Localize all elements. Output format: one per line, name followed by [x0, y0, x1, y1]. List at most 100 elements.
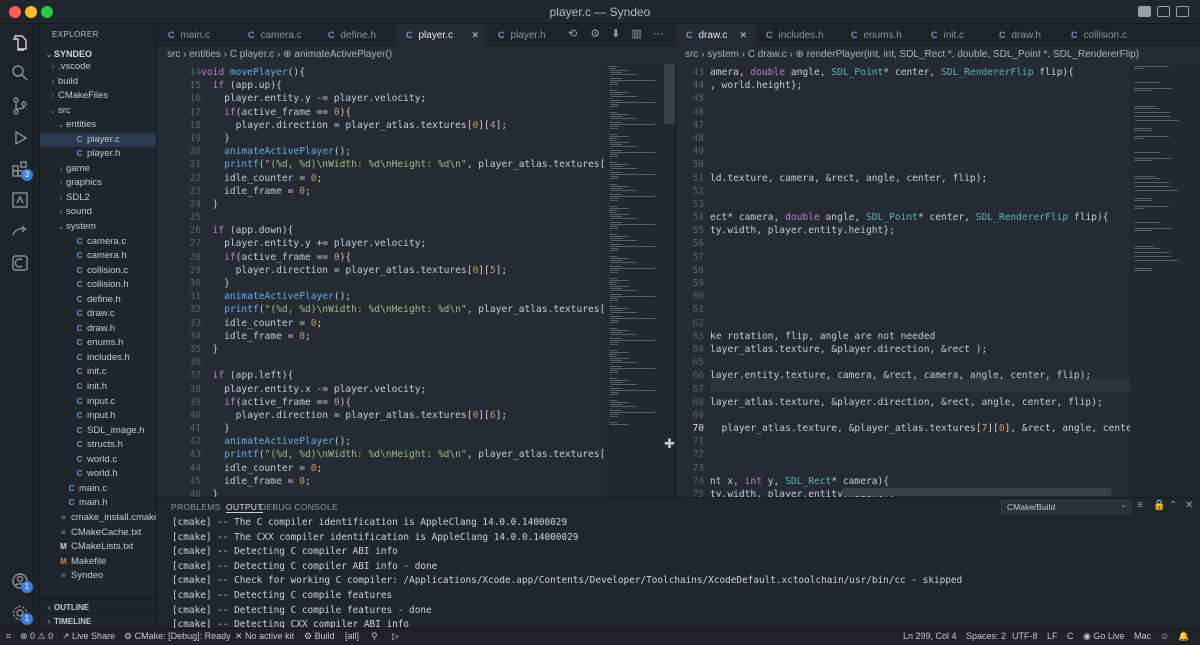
cmake-icon[interactable]: [0, 246, 40, 280]
code-line[interactable]: }: [201, 198, 604, 211]
file-draw-c[interactable]: Cdraw.c: [40, 307, 156, 322]
file-syndeo[interactable]: ≡ Syndeo: [40, 569, 156, 580]
lock-scroll-icon[interactable]: 🔒: [1153, 500, 1165, 511]
debug-icon[interactable]: ⚲: [371, 631, 378, 642]
sash-plus-icon[interactable]: ✚: [664, 436, 675, 452]
code-line[interactable]: if (app.left){: [201, 369, 604, 382]
close-icon[interactable]: ✕: [471, 24, 479, 46]
file-includes-h[interactable]: Cincludes.h: [40, 351, 156, 366]
left-breadcrumb[interactable]: src › entities › C player.c › ⊕ animateA…: [157, 46, 675, 64]
code-line[interactable]: [710, 158, 1130, 171]
tab-debug-console[interactable]: DEBUG CONSOLE: [260, 502, 338, 512]
compare-icon[interactable]: ⟲: [568, 28, 577, 40]
problems-status[interactable]: ⊗ 0 ⚠ 0: [20, 631, 53, 642]
code-line[interactable]: void movePlayer(){: [201, 66, 604, 79]
code-line[interactable]: [710, 132, 1130, 145]
tab-includes-h[interactable]: Cincludes.h: [755, 24, 840, 46]
settings-gear-icon[interactable]: ⚙: [590, 28, 600, 40]
code-line[interactable]: [710, 462, 1130, 475]
clear-output-icon[interactable]: ≡: [1137, 500, 1143, 511]
code-line[interactable]: [710, 92, 1130, 105]
file-structs-h[interactable]: Cstructs.h: [40, 438, 156, 453]
encoding[interactable]: UTF-8: [1012, 631, 1038, 641]
output-log[interactable]: [cmake] -- The C compiler identification…: [172, 516, 979, 628]
language-mode[interactable]: C: [1067, 631, 1074, 641]
end-of-line[interactable]: LF: [1047, 631, 1058, 641]
file-collision-h[interactable]: Ccollision.h: [40, 278, 156, 293]
code-line[interactable]: [710, 317, 1130, 330]
left-minimap-slider[interactable]: [664, 64, 675, 124]
code-line[interactable]: animateActivePlayer();: [201, 435, 604, 448]
file-define-h[interactable]: Cdefine.h: [40, 293, 156, 308]
code-line[interactable]: player.entity.y -= player.velocity;: [201, 92, 604, 105]
file-camera-h[interactable]: Ccamera.h: [40, 249, 156, 264]
accounts-icon[interactable]: 1: [0, 564, 40, 598]
folder-sound[interactable]: › sound: [40, 205, 156, 220]
code-line[interactable]: [710, 106, 1130, 119]
folder-sdl2[interactable]: › SDL2: [40, 191, 156, 206]
outline-section[interactable]: › OUTLINE: [40, 599, 156, 614]
code-line[interactable]: player.direction = player_atlas.textures…: [201, 119, 604, 132]
tab-init-c[interactable]: Cinit.c: [920, 24, 988, 46]
code-line[interactable]: nt x, int y, SDL_Rect* camera){: [710, 475, 1130, 488]
build-target[interactable]: [all]: [345, 631, 359, 641]
file-enums-h[interactable]: Cenums.h: [40, 336, 156, 351]
code-line[interactable]: if(active_frame == 0){: [201, 251, 604, 264]
source-control-icon[interactable]: [0, 89, 40, 123]
tab-camera-c[interactable]: Ccamera.c: [237, 24, 317, 46]
live-share-icon[interactable]: [0, 214, 40, 248]
file-player-h[interactable]: Cplayer.h: [40, 147, 156, 162]
folder-cmakefiles[interactable]: › CMakeFiles: [40, 89, 156, 104]
code-line[interactable]: idle_frame = 0;: [201, 185, 604, 198]
code-line[interactable]: }: [201, 488, 604, 497]
file-init-c[interactable]: Cinit.c: [40, 365, 156, 380]
code-line[interactable]: [710, 356, 1130, 369]
code-line[interactable]: [710, 277, 1130, 290]
code-line[interactable]: if(active_frame == 0){: [201, 106, 604, 119]
tab-enums-h[interactable]: Cenums.h: [840, 24, 920, 46]
close-panel-icon[interactable]: ✕: [1185, 500, 1193, 511]
extensions-icon[interactable]: 3: [0, 152, 40, 186]
right-breadcrumb[interactable]: src › system › C draw.c › ⊕ renderPlayer…: [675, 46, 1200, 64]
maximize-panel-icon[interactable]: ⌃: [1169, 500, 1177, 511]
toggle-panel-icon[interactable]: [1157, 6, 1170, 17]
code-line[interactable]: idle_frame = 0;: [201, 330, 604, 343]
code-line[interactable]: animateActivePlayer();: [201, 145, 604, 158]
close-icon[interactable]: ✕: [739, 24, 747, 46]
split-editor-icon[interactable]: ▥: [632, 28, 642, 40]
code-line[interactable]: [710, 119, 1130, 132]
cmake-status[interactable]: ⚙ CMake: [Debug]: Ready: [124, 631, 231, 642]
code-line[interactable]: printf("(%d, %d)\nWidth: %d\nHeight: %d\…: [201, 158, 604, 171]
file-input-h[interactable]: Cinput.h: [40, 409, 156, 424]
more-actions-icon[interactable]: ⋯: [653, 28, 664, 40]
indentation[interactable]: Spaces: 2: [966, 631, 1006, 641]
file-sdl-image-h[interactable]: C SDL_image.h: [40, 424, 156, 439]
notifications-bell-icon[interactable]: 🔔: [1178, 631, 1189, 642]
tab-collision-c[interactable]: Ccollision.c: [1060, 24, 1150, 46]
code-line[interactable]: [201, 356, 604, 369]
folder--vscode[interactable]: › .vscode: [40, 60, 156, 75]
code-line[interactable]: [710, 185, 1130, 198]
file-draw-h[interactable]: Cdraw.h: [40, 322, 156, 337]
tab-player-c[interactable]: Cplayer.c ✕: [395, 24, 487, 46]
code-line[interactable]: [710, 409, 1130, 422]
file-world-c[interactable]: Cworld.c: [40, 453, 156, 468]
code-line[interactable]: [710, 448, 1130, 461]
remote-indicator-icon[interactable]: ⌗: [6, 631, 11, 642]
code-line[interactable]: [710, 290, 1130, 303]
toggle-sidebar-icon[interactable]: [1138, 6, 1151, 17]
code-line[interactable]: if (app.up){: [201, 79, 604, 92]
code-line[interactable]: ty.width, player.entity.height};: [710, 224, 1130, 237]
code-line[interactable]: player_atlas.texture, &player_atlas.text…: [710, 422, 1130, 435]
horizontal-scrollbar[interactable]: [842, 488, 1112, 496]
left-code-text[interactable]: void movePlayer(){ if (app.up){ player.e…: [201, 66, 604, 497]
code-line[interactable]: layer_atlas.texture, &player.direction, …: [710, 343, 1130, 356]
folder-graphics[interactable]: › graphics: [40, 176, 156, 191]
code-line[interactable]: [710, 198, 1130, 211]
build-icon[interactable]: ⬇: [611, 28, 620, 40]
file-makefile[interactable]: M Makefile: [40, 555, 156, 570]
file-cmake-install-cmake[interactable]: ≡ cmake_install.cmake: [40, 511, 156, 526]
code-line[interactable]: [710, 383, 1130, 396]
file-cmakelists-txt[interactable]: M CMakeLists.txt: [40, 540, 156, 555]
code-line[interactable]: animateActivePlayer();: [201, 290, 604, 303]
